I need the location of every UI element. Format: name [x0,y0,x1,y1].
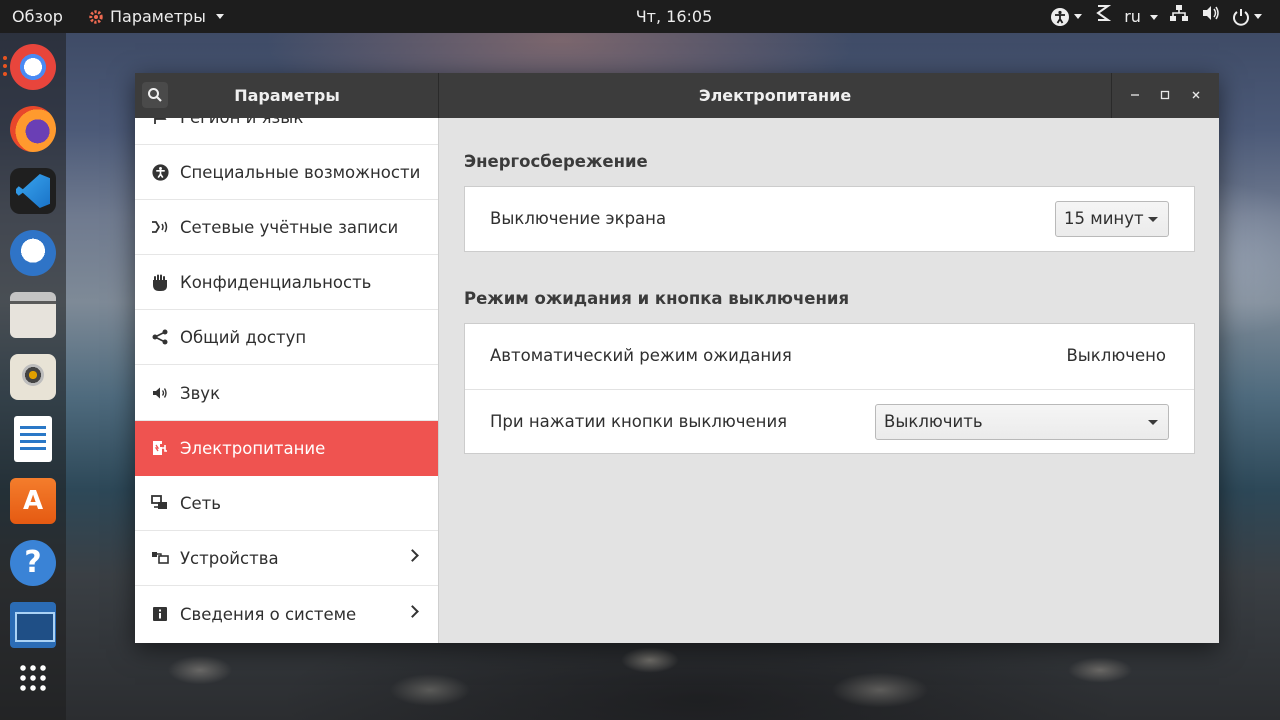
sidebar-item-label: Устройства [180,549,279,568]
chrome-icon[interactable] [10,44,56,90]
auto-suspend-row[interactable]: Автоматический режим ожидания Выключено [465,324,1194,388]
system-monitor-icon[interactable] [10,602,56,648]
maximize-icon [1161,90,1170,99]
settings-sidebar: Регион и язык Специальные возможности Се… [135,118,439,643]
settings-window: Параметры Электропитание Регион и язык [135,73,1219,643]
search-icon [148,88,162,102]
devices-icon [151,549,169,567]
help-icon[interactable] [10,540,56,586]
dropdown-arrow-icon [1148,217,1158,222]
sidebar-item-label: Сведения о системе [180,605,357,624]
libreoffice-writer-icon[interactable] [14,416,52,462]
share-icon [151,328,169,346]
chevron-right-icon [406,605,419,618]
firefox-icon[interactable] [10,106,56,152]
sidebar-item-label: Сетевые учётные записи [180,218,399,237]
power-saving-heading: Энергосбережение [464,152,648,171]
running-indicator [3,72,7,76]
rhythmbox-icon[interactable] [10,354,56,400]
files-icon[interactable] [10,292,56,338]
sidebar-item-region[interactable]: Регион и язык [135,118,438,145]
vscode-icon[interactable] [10,168,56,214]
power-button-row: При нажатии кнопки выключения Выключить [465,389,1194,453]
blank-screen-label: Выключение экрана [490,209,667,228]
sidebar-header: Параметры [135,73,439,118]
sidebar-item-label: Регион и язык [180,118,303,145]
sidebar-item-network[interactable]: Сеть [135,476,438,531]
info-icon [151,605,169,623]
sidebar-item-label: Звук [180,384,221,403]
blank-screen-row: Выключение экрана 15 минут [465,187,1194,251]
network-icon[interactable] [1168,0,1190,33]
search-button[interactable] [142,82,168,108]
running-indicator [3,56,7,60]
suspend-list: Автоматический режим ожидания Выключено … [464,323,1195,454]
chevron-down-icon [1074,14,1083,19]
keyboard-layout-label: ru [1124,7,1141,26]
flag-icon [151,118,169,126]
accessibility-icon [1051,7,1070,26]
network-icon [151,494,169,512]
dropdown-arrow-icon [1148,420,1158,425]
sidebar-item-online-accounts[interactable]: Сетевые учётные записи [135,200,438,255]
power-button-label: При нажатии кнопки выключения [490,412,788,431]
thunderbird-icon[interactable] [10,230,56,276]
power-panel: Энергосбережение Выключение экрана 15 ми… [440,118,1219,643]
system-menu[interactable] [1232,8,1262,26]
sidebar-item-label: Электропитание [180,439,326,458]
chevron-down-icon [1254,14,1262,19]
sidebar-item-power[interactable]: Электропитание [135,421,438,476]
suspend-heading: Режим ожидания и кнопка выключения [464,289,850,308]
software-store-icon[interactable] [10,478,56,524]
power-saving-list: Выключение экрана 15 минут [464,186,1195,252]
minimize-icon [1131,93,1140,96]
bluetooth-like-icon[interactable] [1092,0,1114,33]
hand-icon [151,273,169,291]
grid-icon [18,663,48,693]
sidebar-item-sharing[interactable]: Общий доступ [135,310,438,365]
keyboard-layout-menu[interactable]: ru [1124,0,1158,33]
system-tray: ru [1050,0,1262,33]
running-indicator [3,64,7,68]
sidebar-item-details[interactable]: Сведения о системе [135,587,438,642]
blank-screen-dropdown[interactable]: 15 минут [1055,201,1169,237]
power-icon [1233,8,1249,26]
auto-suspend-label: Автоматический режим ожидания [490,346,792,365]
sidebar-item-devices[interactable]: Устройства [135,531,438,586]
chevron-down-icon [1150,15,1158,20]
chevron-right-icon [406,549,419,562]
wallpaper-rocks [0,640,1280,720]
speaker-icon [151,384,169,402]
sidebar-item-sound[interactable]: Звук [135,366,438,421]
sidebar-title: Параметры [234,86,340,105]
panel-title: Электропитание [698,86,852,105]
sidebar-item-label: Сеть [180,494,222,513]
close-button[interactable] [1185,85,1207,107]
power-plug-icon [151,439,169,457]
sidebar-item-accessibility[interactable]: Специальные возможности [135,145,438,200]
sidebar-item-privacy[interactable]: Конфиденциальность [135,255,438,310]
window-controls [1111,73,1219,118]
sidebar-item-label: Общий доступ [180,328,307,347]
sidebar-item-label: Конфиденциальность [180,273,372,292]
show-apps-button[interactable] [10,655,56,695]
top-panel: Обзор Параметры Чт, 16:05 ru [0,0,1280,33]
power-button-value: Выключить [884,412,983,431]
power-button-dropdown[interactable]: Выключить [875,404,1169,440]
minimize-button[interactable] [1124,85,1146,107]
auto-suspend-value: Выключено [1066,346,1166,365]
maximize-button[interactable] [1154,85,1176,107]
blank-screen-value: 15 минут [1064,209,1144,228]
close-icon [1192,91,1200,98]
online-accounts-icon [151,218,169,236]
sidebar-item-label: Специальные возможности [180,163,421,182]
header-bar: Параметры Электропитание [135,73,1219,118]
volume-icon[interactable] [1200,0,1222,33]
accessibility-menu[interactable] [1050,7,1083,27]
accessibility-icon [151,163,169,181]
